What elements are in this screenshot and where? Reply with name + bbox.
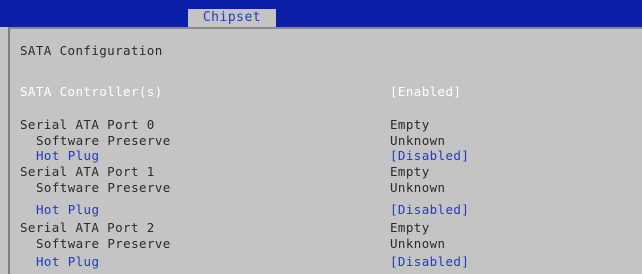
port-1-hot-plug-setting[interactable]: Hot Plug [Disabled]	[0, 202, 642, 218]
port-0-hot-plug-label: Hot Plug	[36, 148, 100, 163]
port-0-software-preserve-value: Unknown	[390, 133, 446, 148]
section-title-row: SATA Configuration	[0, 43, 642, 59]
port-1-software-preserve-label: Software Preserve	[36, 180, 171, 195]
port-0-hot-plug-setting[interactable]: Hot Plug [Disabled]	[0, 148, 642, 164]
section-title: SATA Configuration	[20, 43, 163, 58]
port-1-software-preserve-row: Software Preserve Unknown	[0, 180, 642, 196]
port-2-hot-plug-value[interactable]: [Disabled]	[390, 254, 469, 270]
port-1-hot-plug-label: Hot Plug	[36, 202, 100, 217]
port-2-status: Empty	[390, 220, 430, 235]
port-2-hot-plug-setting[interactable]: Hot Plug [Disabled]	[0, 254, 642, 270]
port-0-label: Serial ATA Port 0	[20, 117, 155, 132]
port-0-row: Serial ATA Port 0 Empty	[0, 117, 642, 133]
bios-screen: Chipset SATA Configuration SATA Controll…	[0, 0, 642, 274]
port-0-status: Empty	[390, 117, 430, 132]
tab-chipset[interactable]: Chipset	[188, 9, 276, 27]
sata-controller-setting[interactable]: SATA Controller(s) [Enabled]	[0, 84, 642, 100]
port-1-row: Serial ATA Port 1 Empty	[0, 164, 642, 180]
port-2-software-preserve-row: Software Preserve Unknown	[0, 236, 642, 252]
sata-controller-value[interactable]: [Enabled]	[390, 84, 461, 100]
port-1-status: Empty	[390, 164, 430, 179]
port-2-row: Serial ATA Port 2 Empty	[0, 220, 642, 236]
port-0-software-preserve-row: Software Preserve Unknown	[0, 133, 642, 149]
top-menu-bar: Chipset	[0, 0, 642, 27]
port-1-hot-plug-value[interactable]: [Disabled]	[390, 202, 469, 218]
sata-controller-label: SATA Controller(s)	[20, 84, 163, 99]
port-0-hot-plug-value[interactable]: [Disabled]	[390, 148, 469, 164]
port-2-software-preserve-value: Unknown	[390, 236, 446, 251]
port-2-software-preserve-label: Software Preserve	[36, 236, 171, 251]
port-0-software-preserve-label: Software Preserve	[36, 133, 171, 148]
port-1-label: Serial ATA Port 1	[20, 164, 155, 179]
port-2-hot-plug-label: Hot Plug	[36, 254, 100, 269]
port-2-label: Serial ATA Port 2	[20, 220, 155, 235]
port-1-software-preserve-value: Unknown	[390, 180, 446, 195]
